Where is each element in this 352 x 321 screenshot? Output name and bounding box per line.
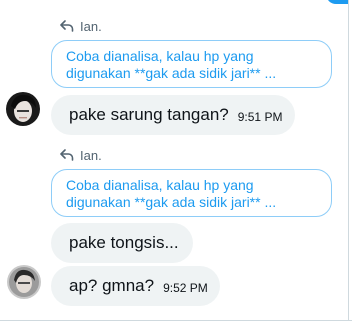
- message-text: pake tongsis...: [69, 233, 179, 252]
- quoted-message[interactable]: Coba dianalisa, kalau hp yang digunakan …: [51, 169, 332, 217]
- message-time: 9:52 PM: [163, 281, 208, 295]
- reply-to-name: Ian.: [80, 18, 102, 34]
- reply-arrow-icon: [60, 20, 74, 32]
- message-text: ap? gmna?: [69, 276, 155, 295]
- user-avatar: [7, 265, 41, 299]
- avatar[interactable]: [7, 265, 41, 299]
- panel-border-right: [348, 0, 349, 321]
- reply-to-name: Ian.: [80, 147, 102, 163]
- message-bubble[interactable]: pake tongsis...: [51, 223, 193, 263]
- reply-header: Ian.: [60, 18, 102, 34]
- quoted-line-1: Coba dianalisa, kalau hp yang: [66, 177, 254, 193]
- dm-conversation: Ian. Coba dianalisa, kalau hp yang digun…: [0, 0, 352, 321]
- message-text: pake sarung tangan?: [69, 105, 229, 124]
- message-bubble[interactable]: ap? gmna? 9:52 PM: [51, 266, 220, 306]
- avatar[interactable]: [6, 92, 40, 126]
- quoted-line-2: digunakan **gak ada sidik jari** ...: [66, 194, 277, 210]
- quoted-line-1: Coba dianalisa, kalau hp yang: [66, 48, 254, 64]
- user-avatar: [6, 92, 40, 126]
- corner-accent: [326, 0, 348, 4]
- message-time: 9:51 PM: [237, 110, 283, 124]
- quoted-message[interactable]: Coba dianalisa, kalau hp yang digunakan …: [51, 40, 332, 88]
- quoted-line-2: digunakan **gak ada sidik jari** ...: [66, 65, 277, 81]
- reply-header: Ian.: [60, 147, 102, 163]
- reply-arrow-icon: [60, 149, 74, 161]
- message-bubble[interactable]: pake sarung tangan? 9:51 PM: [51, 95, 295, 135]
